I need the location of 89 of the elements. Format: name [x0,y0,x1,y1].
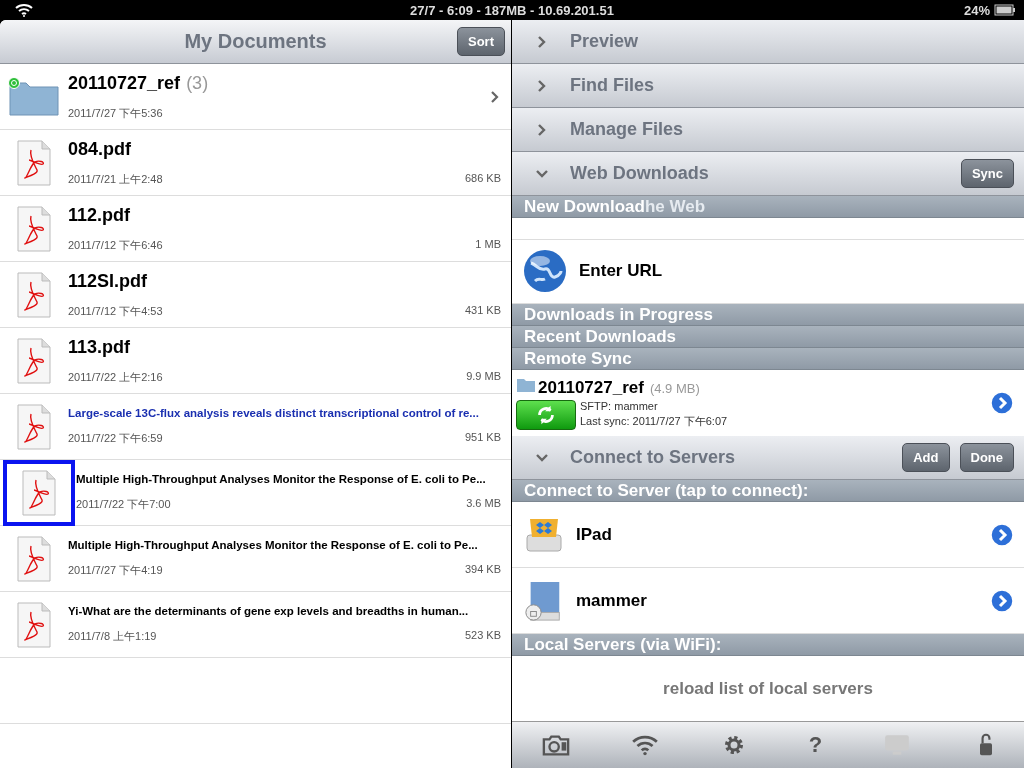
document-date: 2011/7/21 上午2:48 [68,171,163,187]
folder-icon [516,376,536,393]
file-size: 9.9 MB [466,369,501,384]
document-row[interactable]: Large-scale 13C-flux analysis reveals distinct transcriptional control of re... 2011/7/22 下午6:59 951 KB [0,394,511,460]
document-row[interactable]: Multiple High-Throughput Analyses Monitor the Response of E. coli to Pe... 2011/7/22 下午7:00 3.6 MB [0,460,511,526]
file-size: 394 KB [464,563,501,577]
pdf-file-icon [17,205,51,252]
document-name: 112.pdf [68,204,131,226]
file-size: 431 KB [464,303,501,318]
document-name: 20110727_ref [68,72,181,94]
section-label: Recent Downloads [524,326,677,347]
section-label: Remote Sync [524,348,632,369]
section-label: Local Servers (via WiFi): [524,634,722,655]
help-button[interactable]: ? [808,732,823,758]
file-size: 1 MB [475,237,501,252]
document-row[interactable]: 20110727_ref (3) 2011/7/27 下午5:36 [0,64,511,130]
file-size: 951 KB [464,431,501,445]
document-name: Yi-What are the determinants of gene exp levels and breadths in human... [68,605,469,617]
camera-icon[interactable] [542,733,570,757]
disclosure-icon[interactable] [990,391,1014,415]
document-date: 2011/7/22 下午6:59 [68,431,163,446]
reload-link[interactable]: reload list of local servers [663,678,873,699]
file-size: 686 KB [464,171,501,186]
server-name: mammer [576,590,648,611]
pdf-file-icon [22,469,56,516]
document-row[interactable]: 112.pdf 2011/7/12 下午6:46 1 MB [0,196,511,262]
document-date: 2011/7/12 下午4:53 [68,303,163,319]
disclosure-icon[interactable] [990,522,1014,547]
section-label: New Download [524,196,645,217]
section-title: Preview [570,31,640,52]
document-name: Multiple High-Throughput Analyses Monitor the Response of E. coli to Pe... [68,539,478,551]
pdf-file-icon [17,139,51,186]
enter-url-label: Enter URL [579,261,664,281]
document-row[interactable]: Yi-What are the determinants of gene exp levels and breadths in human... 2011/7/8 上午1:19 523 KB [0,592,511,658]
hidden-row-text: he Web [644,196,706,217]
item-count: (3) [186,72,209,94]
section-title: Manage Files [570,119,685,140]
sync-now-button[interactable] [516,399,576,430]
file-size: 523 KB [464,629,501,643]
pdf-file-icon [17,535,51,582]
sync-server: SFTP: mammer [580,400,659,412]
sync-row[interactable]: 20110727_ref (4.9 MB) SFTP: mammer Last sync: 2011/7/27 下午6:07 [512,370,1024,436]
section-label: Connect to Server (tap to connect): [524,480,809,501]
document-row[interactable]: 112SI.pdf 2011/7/12 下午4:53 431 KB [0,262,511,328]
server-row[interactable]: IPad [512,502,1024,568]
file-size: 3.6 MB [466,497,501,511]
chevron-icon [491,90,499,103]
folder-icon [7,76,61,117]
pdf-file-icon [17,403,51,450]
document-name: 113.pdf [68,336,131,358]
folder-size: (4.9 MB) [649,380,700,396]
sort-button[interactable]: Sort [457,27,505,56]
document-date: 2011/7/22 上午2:16 [68,369,163,385]
wifi-icon [14,3,34,17]
document-date: 2011/7/22 下午7:00 [76,497,171,512]
pdf-file-icon [17,337,51,384]
sync-button[interactable]: Sync [960,159,1014,188]
disclosure-icon[interactable] [990,588,1014,613]
wifi-icon[interactable] [630,733,659,757]
document-date: 2011/7/27 下午5:36 [68,105,163,121]
status-text: 27/7 - 6:09 - 187MB - 10.69.201.51 [410,2,614,18]
done-button[interactable]: Done [959,443,1014,472]
document-name: 084.pdf [68,138,132,160]
document-date: 2011/7/12 下午6:46 [68,237,163,253]
document-row[interactable]: 113.pdf 2011/7/22 上午2:16 9.9 MB [0,328,511,394]
accordion-header[interactable]: Connect to Servers Add Done [512,436,1024,480]
last-sync: Last sync: 2011/7/27 下午6:07 [580,414,728,429]
document-date: 2011/7/27 下午4:19 [68,563,163,578]
document-date: 2011/7/8 上午1:19 [68,629,157,644]
sync-icon [535,403,557,426]
panel-title: My Documents [184,30,327,53]
document-name: 112SI.pdf [68,270,148,292]
pdf-file-icon [17,271,51,318]
section-title: Find Files [570,75,655,96]
add-button[interactable]: Add [902,443,950,472]
document-row[interactable]: Multiple High-Throughput Analyses Monitor the Response of E. coli to Pe... 2011/7/27 下午4:19 394 KB [0,526,511,592]
accordion-header[interactable]: Web Downloads Sync [512,152,1024,196]
document-name: Multiple High-Throughput Analyses Monitor the Response of E. coli to Pe... [76,473,486,485]
document-name: Large-scale 13C-flux analysis reveals distinct transcriptional control of re... [68,407,479,419]
globe-icon [523,249,567,293]
sync-folder-name: 20110727_ref [538,377,644,398]
battery-icon [994,4,1016,16]
section-label: Downloads in Progress [524,304,713,325]
section-title: Web Downloads [570,163,710,184]
pdf-file-icon [17,601,51,648]
battery-percent: 24% [964,2,990,18]
server-name: IPad [576,524,613,545]
document-row[interactable]: 084.pdf 2011/7/21 上午2:48 686 KB [0,130,511,196]
section-title: Connect to Servers [570,447,737,468]
